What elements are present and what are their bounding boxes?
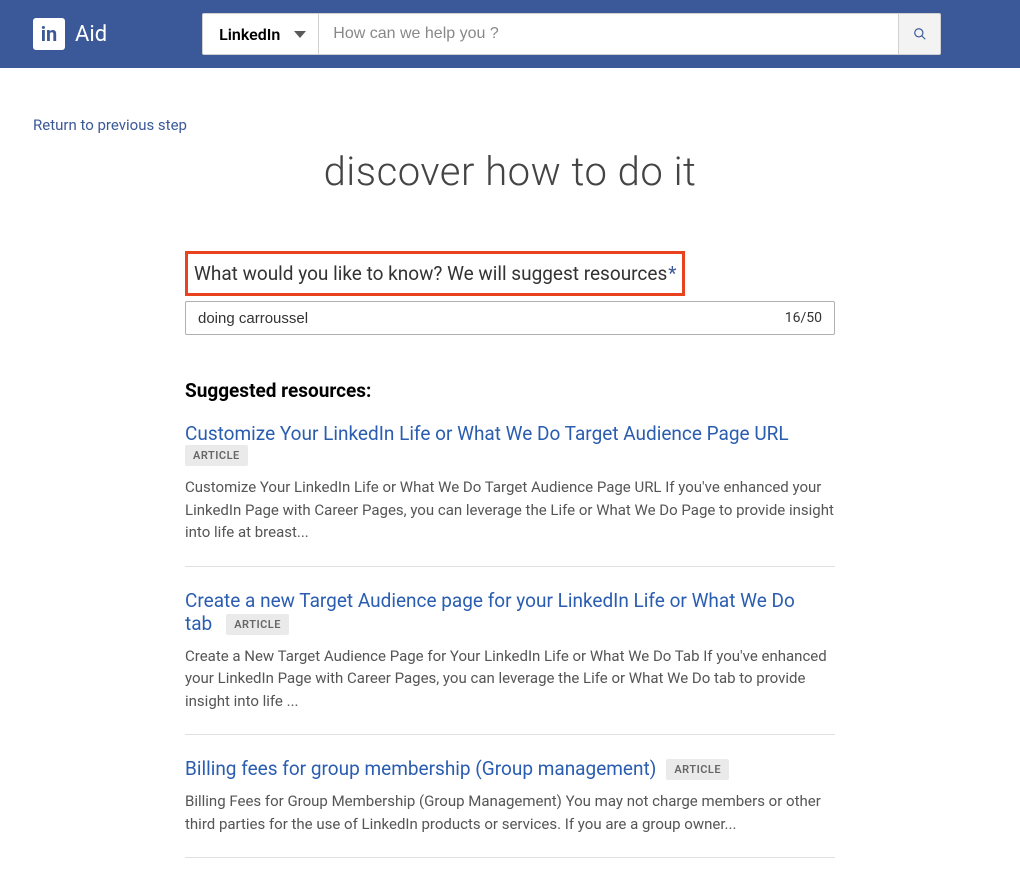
linkedin-logo-icon: in bbox=[33, 18, 65, 50]
char-counter: 16/50 bbox=[785, 310, 822, 326]
search-input[interactable] bbox=[319, 13, 899, 55]
result-item: Billing fees for group membership (Group… bbox=[185, 757, 835, 858]
article-badge: ARTICLE bbox=[666, 759, 729, 780]
result-title-link[interactable]: Billing fees for group membership (Group… bbox=[185, 757, 656, 780]
search-button[interactable] bbox=[899, 13, 941, 55]
article-badge: ARTICLE bbox=[226, 614, 289, 635]
search-group: LinkedIn bbox=[202, 13, 941, 55]
page-title: discover how to do it bbox=[33, 148, 987, 195]
result-title-row: Customize Your LinkedIn Life or What We … bbox=[185, 422, 835, 466]
query-input-wrapper: 16/50 bbox=[185, 301, 835, 335]
brand-name: Aid bbox=[75, 22, 107, 47]
article-badge: ARTICLE bbox=[185, 445, 248, 466]
search-icon bbox=[913, 27, 927, 41]
page-content: Return to previous step discover how to … bbox=[0, 68, 1020, 858]
result-title-row: Billing fees for group membership (Group… bbox=[185, 757, 835, 780]
result-item: Create a new Target Audience page for yo… bbox=[185, 589, 835, 736]
question-label: What would you like to know? We will sug… bbox=[194, 262, 667, 285]
top-header: in Aid LinkedIn bbox=[0, 0, 1020, 68]
search-scope-label: LinkedIn bbox=[219, 25, 280, 44]
question-label-highlight: What would you like to know? We will sug… bbox=[185, 251, 685, 296]
required-indicator: * bbox=[668, 262, 676, 285]
brand-logo-group: in Aid bbox=[33, 18, 107, 50]
result-title-link[interactable]: Customize Your LinkedIn Life or What We … bbox=[185, 422, 789, 445]
return-link[interactable]: Return to previous step bbox=[33, 116, 187, 134]
main-form: What would you like to know? We will sug… bbox=[185, 251, 835, 858]
result-description: Billing Fees for Group Membership (Group… bbox=[185, 790, 835, 835]
suggested-resources-heading: Suggested resources: bbox=[185, 379, 835, 402]
chevron-down-icon bbox=[294, 31, 306, 38]
result-title-row: Create a new Target Audience page for yo… bbox=[185, 589, 835, 635]
result-description: Customize Your LinkedIn Life or What We … bbox=[185, 476, 835, 544]
result-description: Create a New Target Audience Page for Yo… bbox=[185, 645, 835, 713]
result-item: Customize Your LinkedIn Life or What We … bbox=[185, 422, 835, 567]
search-scope-dropdown[interactable]: LinkedIn bbox=[202, 13, 319, 55]
query-input[interactable] bbox=[198, 310, 775, 327]
